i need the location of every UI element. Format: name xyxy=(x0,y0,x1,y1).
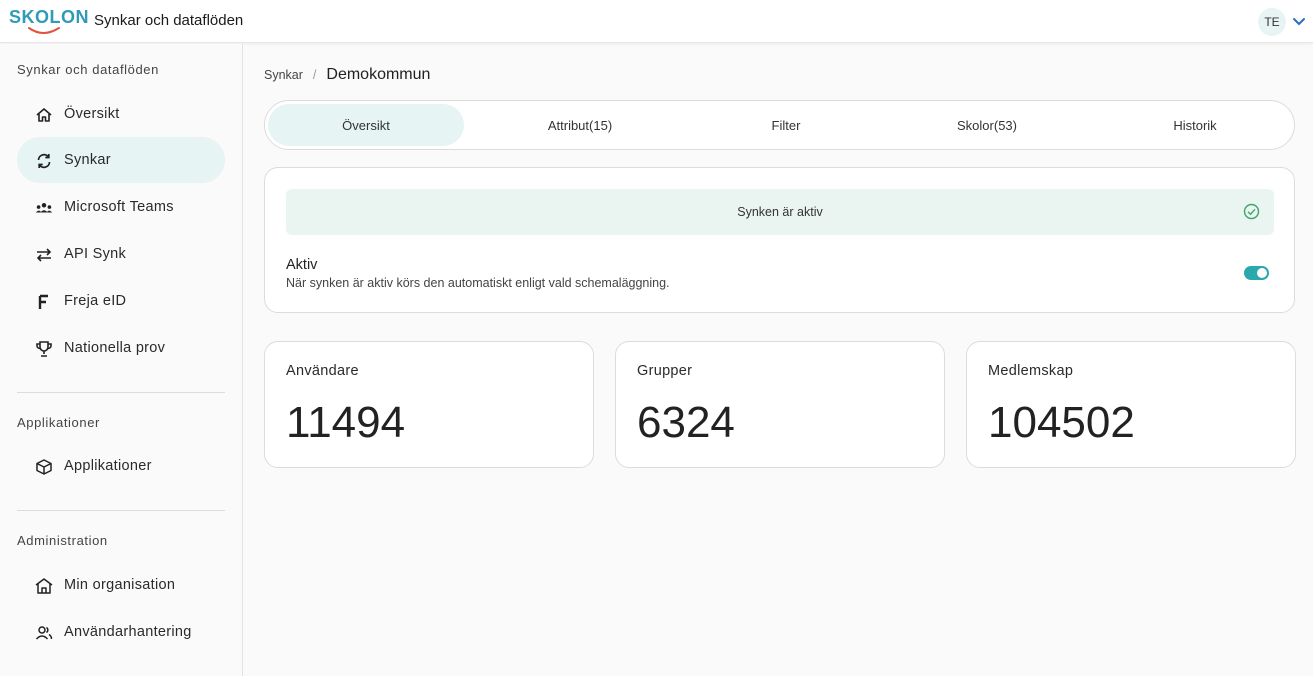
stat-label: Användare xyxy=(286,363,359,379)
sidebar-section-title: Applikationer xyxy=(17,415,100,430)
sync-icon xyxy=(35,152,53,170)
breadcrumb-separator: / xyxy=(312,68,317,82)
tab-attribut[interactable]: Attribut(15) xyxy=(480,104,680,146)
sidebar: Synkar och dataflöden Översikt Synkar Mi… xyxy=(0,44,243,676)
sidebar-divider xyxy=(17,392,225,393)
users-icon xyxy=(35,624,53,642)
active-description: När synken är aktiv körs den automatiskt… xyxy=(286,276,670,290)
check-circle-icon xyxy=(1243,203,1260,220)
stat-label: Grupper xyxy=(637,363,693,379)
skolon-logo[interactable]: SKOLON xyxy=(9,6,89,36)
sidebar-item-nationella-prov[interactable]: Nationella prov xyxy=(17,325,225,371)
sidebar-item-label: Microsoft Teams xyxy=(64,199,174,215)
sidebar-item-min-organisation[interactable]: Min organisation xyxy=(17,562,225,608)
trophy-icon xyxy=(35,340,53,358)
stat-card-memberships: Medlemskap 104502 xyxy=(966,341,1296,468)
breadcrumb-current: Demokommun xyxy=(326,66,431,83)
status-message: Synken är aktiv xyxy=(737,205,823,219)
breadcrumb-parent-link[interactable]: Synkar xyxy=(264,68,303,82)
chevron-down-icon[interactable] xyxy=(1292,14,1306,28)
sync-status-card: Synken är aktiv Aktiv När synken är akti… xyxy=(264,167,1295,313)
active-label: Aktiv xyxy=(286,257,318,273)
toggle-knob xyxy=(1257,268,1267,278)
stat-value: 11494 xyxy=(286,398,406,447)
sidebar-section-title: Synkar och dataflöden xyxy=(17,62,159,77)
organization-icon xyxy=(35,577,53,595)
app-title: Synkar och dataflöden xyxy=(94,12,244,29)
cube-icon xyxy=(35,458,53,476)
sidebar-item-label: API Synk xyxy=(64,246,127,262)
logo-smile-icon xyxy=(28,27,60,34)
sidebar-section-title: Administration xyxy=(17,533,108,548)
sidebar-item-oversikt[interactable]: Översikt xyxy=(17,91,225,137)
sidebar-item-label: Min organisation xyxy=(64,577,176,593)
freja-icon xyxy=(35,293,53,311)
sidebar-item-label: Freja eID xyxy=(64,293,127,309)
sidebar-item-label: Nationella prov xyxy=(64,340,166,356)
avatar[interactable]: TE xyxy=(1258,8,1286,36)
tab-oversikt[interactable]: Översikt xyxy=(268,104,464,146)
sidebar-item-label: Synkar xyxy=(64,152,111,168)
sidebar-item-synkar[interactable]: Synkar xyxy=(17,137,225,183)
teams-icon xyxy=(35,199,53,217)
sidebar-item-label: Användarhantering xyxy=(64,624,192,640)
tab-bar: Översikt Attribut(15) Filter Skolor(53) … xyxy=(264,100,1295,150)
tab-skolor[interactable]: Skolor(53) xyxy=(887,104,1087,146)
sidebar-item-anvandarhantering[interactable]: Användarhantering xyxy=(17,609,225,655)
stat-card-groups: Grupper 6324 xyxy=(615,341,945,468)
breadcrumb: Synkar / Demokommun xyxy=(264,66,430,84)
sidebar-item-label: Applikationer xyxy=(64,458,152,474)
swap-arrows-icon xyxy=(35,246,53,264)
top-bar: SKOLON Synkar och dataflöden TE xyxy=(0,0,1313,43)
tab-historik[interactable]: Historik xyxy=(1095,104,1295,146)
tab-filter[interactable]: Filter xyxy=(686,104,886,146)
stat-value: 6324 xyxy=(637,398,735,447)
status-banner: Synken är aktiv xyxy=(286,189,1274,235)
sidebar-item-freja-eid[interactable]: Freja eID xyxy=(17,278,225,324)
active-toggle[interactable] xyxy=(1244,266,1269,280)
home-icon xyxy=(35,106,53,124)
stat-label: Medlemskap xyxy=(988,363,1074,379)
stat-card-users: Användare 11494 xyxy=(264,341,594,468)
sidebar-item-microsoft-teams[interactable]: Microsoft Teams xyxy=(17,184,225,230)
sidebar-item-applikationer[interactable]: Applikationer xyxy=(17,443,225,489)
sidebar-item-label: Översikt xyxy=(64,106,120,122)
sidebar-item-api-synk[interactable]: API Synk xyxy=(17,231,225,277)
sidebar-divider xyxy=(17,510,225,511)
stat-value: 104502 xyxy=(988,398,1135,447)
